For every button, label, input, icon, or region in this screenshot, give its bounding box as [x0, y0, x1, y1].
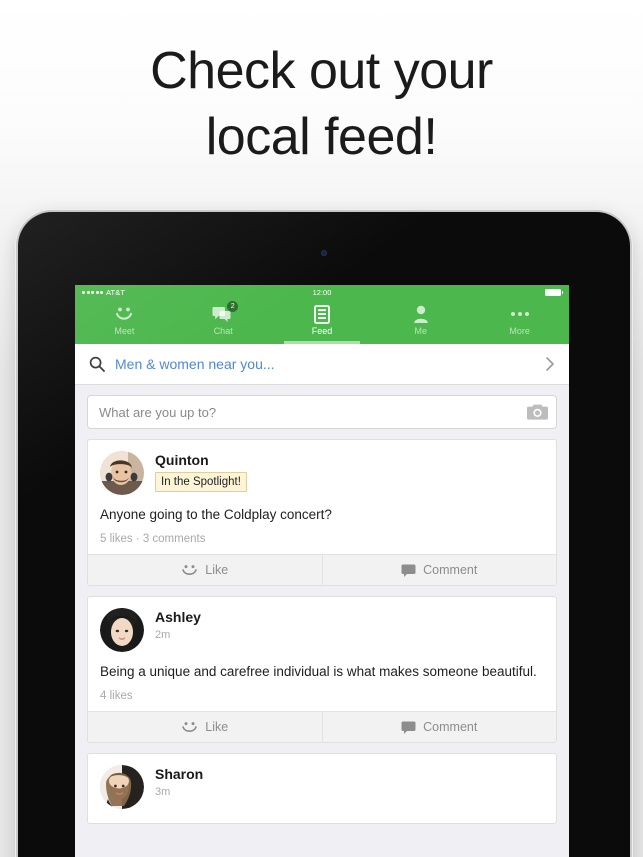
device-screen: AT&T 12:00 Meet 2 Chat Feed Me More Men …	[75, 285, 569, 857]
avatar[interactable]	[100, 765, 144, 809]
post-body: Quinton In the Spotlight! Anyone going t…	[88, 440, 556, 554]
post-header: Quinton In the Spotlight!	[100, 451, 544, 495]
post-engagement-counts: 4 likes	[100, 690, 133, 702]
avatar[interactable]	[100, 608, 144, 652]
headline-line-2: local feed!	[205, 108, 438, 166]
post-author-name[interactable]: Sharon	[155, 766, 203, 783]
feed-post: Ashley 2m Being a unique and carefree in…	[87, 596, 557, 743]
chevron-right-icon	[545, 356, 555, 372]
post-author-name[interactable]: Ashley	[155, 609, 201, 626]
smiley-icon	[181, 721, 198, 734]
comment-button[interactable]: Comment	[321, 712, 557, 742]
feed-list: Quinton In the Spotlight! Anyone going t…	[75, 429, 569, 824]
comment-button-label: Comment	[423, 563, 478, 577]
speech-bubble-icon	[401, 564, 416, 577]
feed-post: Quinton In the Spotlight! Anyone going t…	[87, 439, 557, 586]
ellipsis-icon	[509, 304, 531, 324]
post-author-name[interactable]: Quinton	[155, 452, 247, 469]
chat-bubbles-icon: 2	[212, 301, 239, 324]
post-text: Being a unique and carefree individual i…	[100, 664, 537, 679]
post-timestamp: 2m	[155, 629, 171, 641]
search-icon	[89, 356, 109, 372]
post-body: Sharon 3m	[88, 754, 556, 823]
promo-screenshot: Check out your local feed! AT&T 12:00 Me…	[0, 0, 643, 857]
clock-label: 12:00	[312, 288, 332, 297]
post-author-block: Quinton In the Spotlight!	[144, 451, 247, 495]
post-actions: Like Comment	[88, 554, 556, 585]
camera-icon[interactable]	[527, 404, 548, 420]
post-header: Sharon 3m	[100, 765, 544, 809]
chat-unread-badge: 2	[227, 301, 239, 312]
post-actions: Like Comment	[88, 711, 556, 742]
tab-chat[interactable]: 2 Chat	[174, 300, 273, 344]
comment-button-label: Comment	[423, 720, 478, 734]
front-camera-icon	[321, 250, 327, 256]
status-composer[interactable]: What are you up to?	[87, 395, 557, 429]
promo-headline: Check out your local feed!	[0, 38, 643, 170]
post-header: Ashley 2m	[100, 608, 544, 652]
tab-feed[interactable]: Feed	[273, 300, 372, 344]
post-timestamp: 3m	[155, 786, 171, 798]
nearby-search-label: Men & women near you...	[115, 356, 275, 372]
like-button[interactable]: Like	[88, 712, 322, 742]
tab-meet[interactable]: Meet	[75, 300, 174, 344]
like-button-label: Like	[205, 563, 229, 577]
feed-post: Sharon 3m	[87, 753, 557, 824]
composer-area: What are you up to?	[75, 385, 569, 429]
post-body: Ashley 2m Being a unique and carefree in…	[88, 597, 556, 711]
headline-line-1: Check out your	[150, 42, 493, 100]
battery-icon	[545, 289, 563, 296]
post-engagement-counts: 5 likes · 3 comments	[100, 533, 206, 545]
post-author-block: Sharon 3m	[144, 765, 203, 809]
nearby-search-row[interactable]: Men & women near you...	[75, 344, 569, 385]
tab-feed-label: Feed	[311, 326, 333, 336]
status-bar: AT&T 12:00	[75, 285, 569, 300]
avatar[interactable]	[100, 451, 144, 495]
post-author-block: Ashley 2m	[144, 608, 201, 652]
primary-tab-bar: Meet 2 Chat Feed Me More	[75, 300, 569, 344]
speech-bubble-icon	[401, 721, 416, 734]
post-text: Anyone going to the Coldplay concert?	[100, 507, 332, 522]
tab-more[interactable]: More	[470, 300, 569, 344]
tablet-device-frame: AT&T 12:00 Meet 2 Chat Feed Me More Men …	[18, 212, 630, 857]
tab-chat-label: Chat	[213, 326, 233, 336]
composer-placeholder: What are you up to?	[99, 404, 217, 420]
tab-meet-label: Meet	[114, 326, 135, 336]
smiley-icon	[181, 564, 198, 577]
status-badge: In the Spotlight!	[155, 472, 247, 492]
tab-me[interactable]: Me	[371, 300, 470, 344]
person-icon	[413, 304, 429, 324]
feed-list-icon	[314, 304, 330, 324]
smiley-icon	[113, 304, 135, 324]
like-button-label: Like	[205, 720, 229, 734]
comment-button[interactable]: Comment	[321, 555, 557, 585]
like-button[interactable]: Like	[88, 555, 322, 585]
tab-me-label: Me	[414, 326, 428, 336]
tab-more-label: More	[509, 326, 530, 336]
